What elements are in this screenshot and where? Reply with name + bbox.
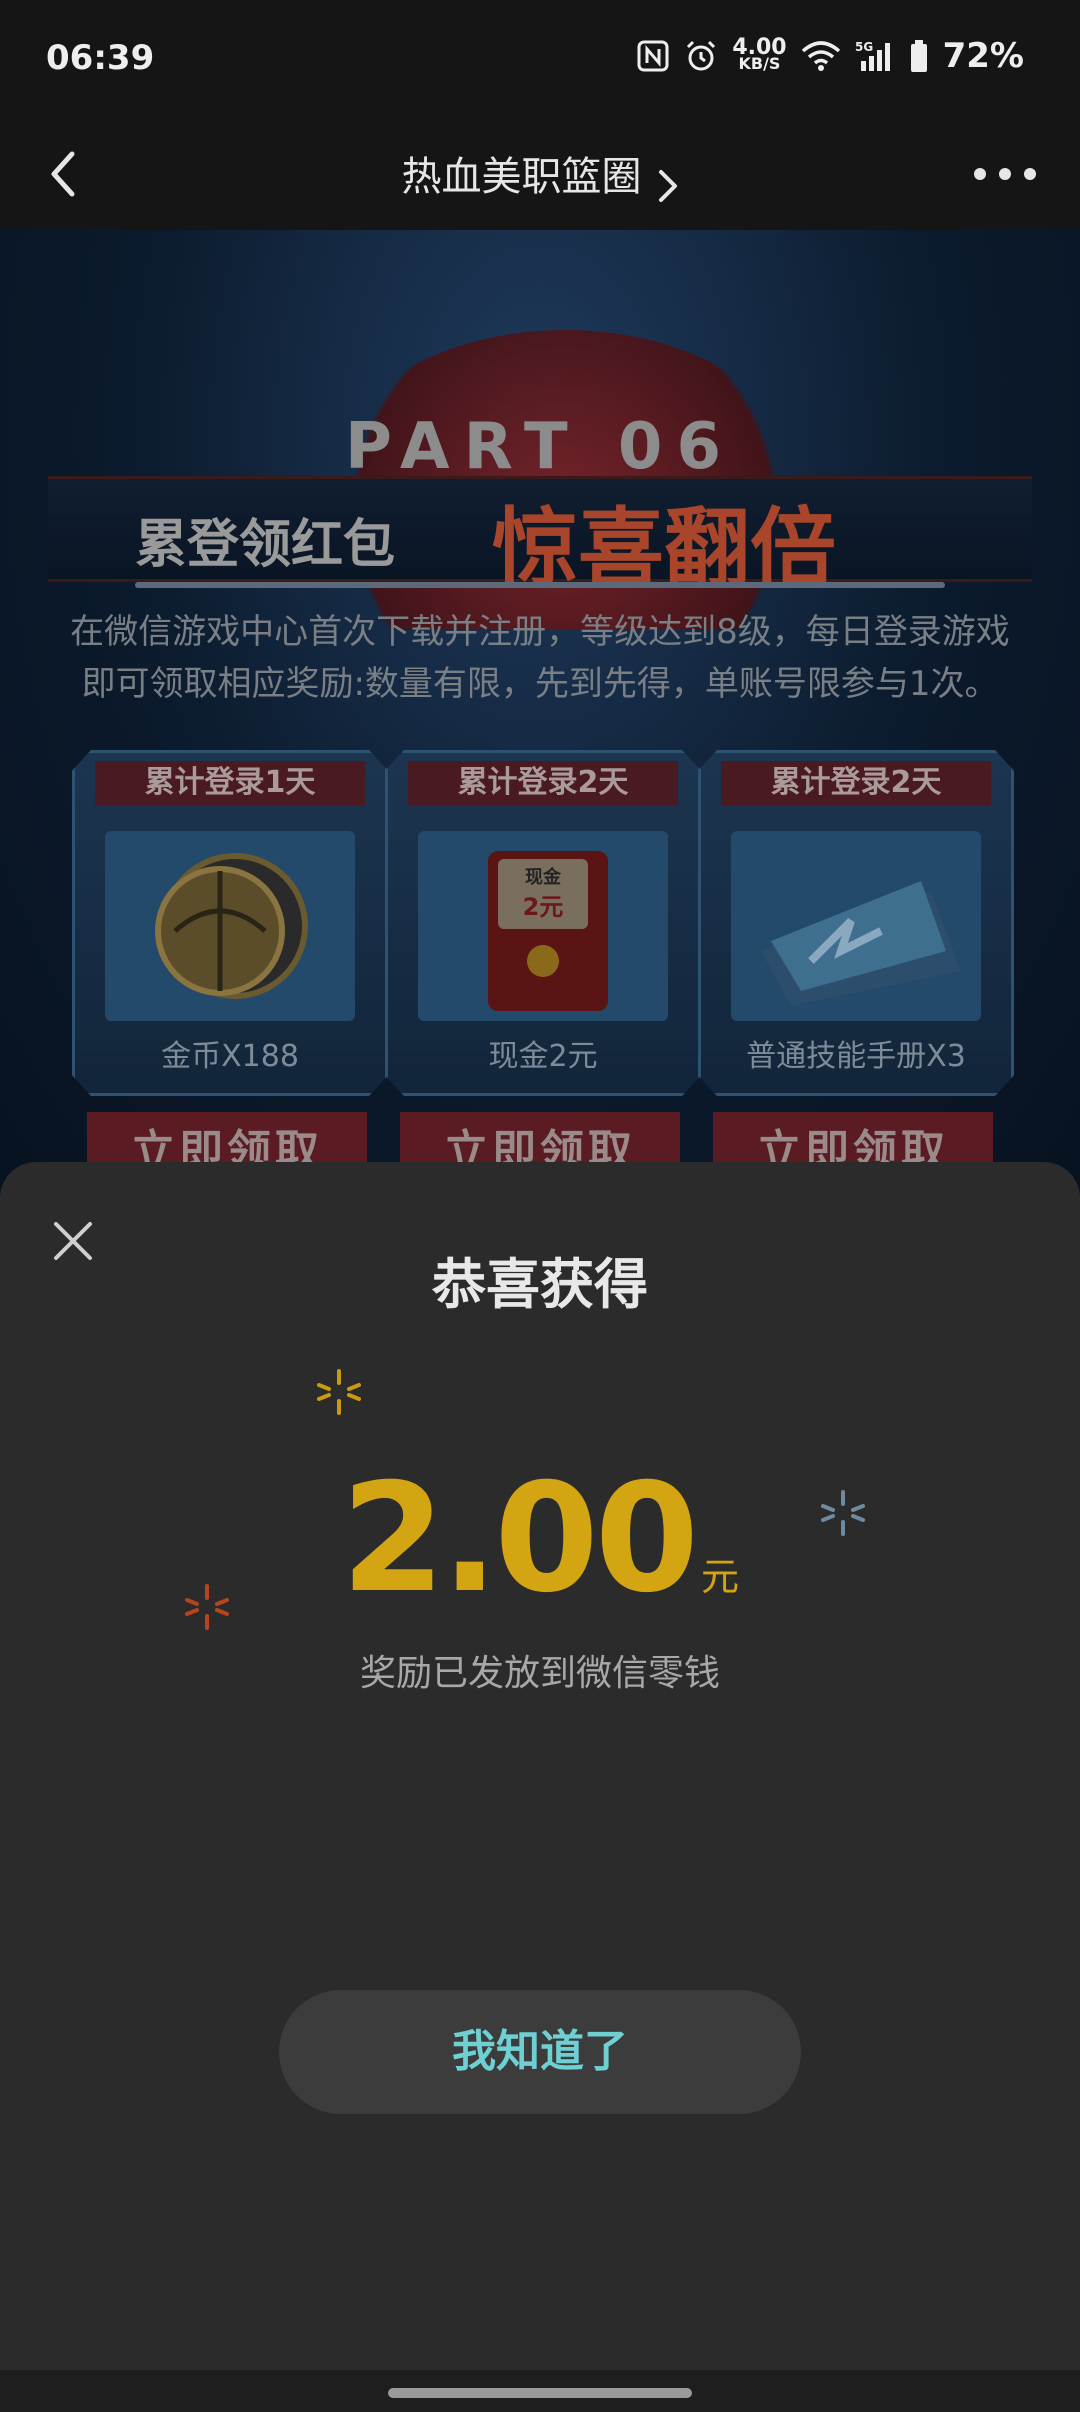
nfc-icon bbox=[637, 40, 669, 72]
chevron-right-icon bbox=[658, 169, 677, 202]
web-content: PART 06 累登领红包 惊喜翻倍 在微信游戏中心首次下载并注册，等级达到8级… bbox=[0, 230, 1080, 1230]
reward-amount: 2.00 元 bbox=[0, 1452, 1080, 1626]
dialog-title: 恭喜获得 bbox=[432, 1253, 648, 1316]
card-head: 累计登录2天 bbox=[721, 761, 991, 805]
card2-tag: 现金 bbox=[525, 866, 562, 888]
wifi-icon bbox=[801, 41, 840, 71]
part-label: PART 06 bbox=[345, 410, 735, 484]
home-indicator[interactable] bbox=[388, 2388, 692, 2398]
card-head: 累计登录2天 bbox=[408, 761, 678, 805]
net-speed: 4.00 KB/S bbox=[732, 37, 786, 73]
battery-icon bbox=[910, 40, 927, 72]
net-speed-unit: KB/S bbox=[738, 54, 781, 73]
title-area[interactable]: 热血美职篮圈 bbox=[0, 144, 1080, 206]
red-envelope-image: 现金 2元 bbox=[418, 831, 668, 1021]
status-bar: 06:39 4.00 KB/S 5G 72% bbox=[0, 0, 1080, 120]
reward-card-3: 累计登录2天 普通技能手册X3 bbox=[698, 750, 1014, 1096]
card2-amount: 2元 bbox=[523, 893, 564, 921]
battery-percent: 72% bbox=[942, 36, 1024, 76]
event-description: 在微信游戏中心首次下载并注册，等级达到8级，每日登录游戏即可领取相应奖励:数量有… bbox=[70, 612, 1010, 704]
page-title: 热血美职篮圈 bbox=[401, 154, 642, 200]
card-name: 普通技能手册X3 bbox=[746, 1039, 966, 1074]
banner-divider bbox=[135, 582, 945, 588]
title-bar: 热血美职篮圈 bbox=[0, 120, 1080, 230]
status-icons: 4.00 KB/S 5G 72% bbox=[636, 36, 1024, 76]
sparkle-icon bbox=[317, 1369, 361, 1415]
skill-book-image bbox=[731, 831, 981, 1021]
card-name: 金币X188 bbox=[161, 1039, 299, 1074]
svg-text:5G: 5G bbox=[855, 40, 873, 54]
reward-note: 奖励已发放到微信零钱 bbox=[359, 1653, 720, 1694]
reward-dialog: 恭喜获得 2.00 元 奖励已发放到微信零钱 我知道了 bbox=[0, 1162, 1080, 2412]
card-name: 现金2元 bbox=[488, 1039, 598, 1074]
amount-value: 2.00 bbox=[340, 1452, 699, 1626]
signal-5g-icon: 5G bbox=[855, 40, 890, 71]
more-dots-icon[interactable] bbox=[970, 156, 1040, 192]
status-time: 06:39 bbox=[46, 38, 155, 78]
coin-image bbox=[105, 831, 355, 1021]
banner-small-text: 累登领红包 bbox=[135, 515, 396, 575]
card-head: 累计登录1天 bbox=[95, 761, 365, 805]
acknowledge-button[interactable]: 我知道了 bbox=[279, 1990, 801, 2114]
alarm-icon bbox=[687, 40, 716, 71]
amount-unit: 元 bbox=[701, 1555, 740, 1599]
reward-card-2: 累计登录2天 现金 2元 现金2元 bbox=[385, 750, 701, 1096]
reward-card-1: 累计登录1天 金币X188 bbox=[72, 750, 388, 1096]
